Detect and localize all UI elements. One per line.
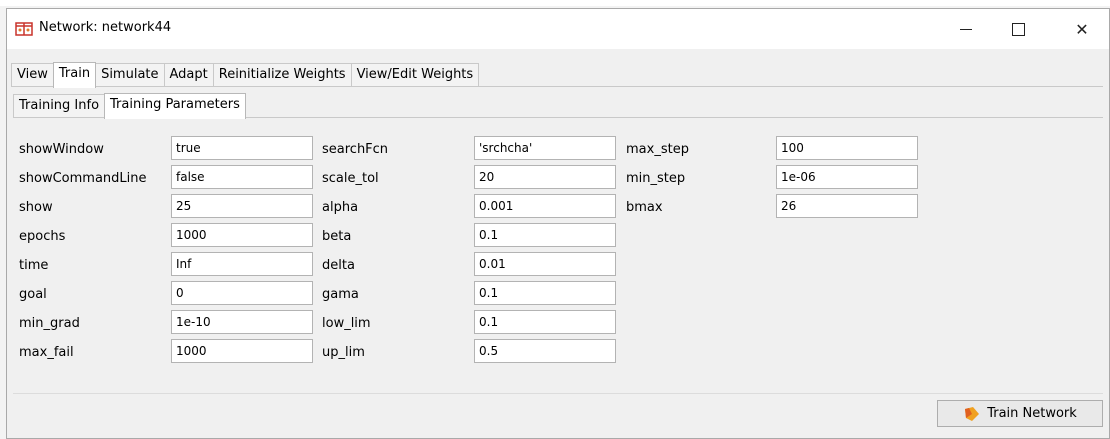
param-field-time[interactable] [171, 252, 313, 276]
sub-tabs: Training Info Training Parameters [13, 93, 246, 119]
param-field-beta[interactable] [474, 223, 616, 247]
param-label: searchFcn [322, 142, 389, 157]
param-field-epochs[interactable] [171, 223, 313, 247]
param-field-goal[interactable] [171, 281, 313, 305]
param-field-showWindow[interactable] [171, 136, 313, 160]
param-label: max_fail [19, 345, 74, 360]
param-label: show [19, 200, 53, 215]
param-field-min-step[interactable] [776, 165, 918, 189]
maximize-icon [1011, 22, 1025, 36]
param-label: min_grad [19, 316, 80, 331]
param-label: goal [19, 287, 47, 302]
bottom-separator [13, 393, 1103, 394]
param-field-alpha[interactable] [474, 194, 616, 218]
network-window: Network: network44 ✕ View Train Simulate… [6, 8, 1110, 439]
param-field-min-grad[interactable] [171, 310, 313, 334]
train-network-button[interactable]: Train Network [937, 400, 1103, 427]
tab-view-edit-weights[interactable]: View/Edit Weights [350, 63, 480, 86]
minimize-icon [960, 28, 972, 30]
main-tabs: View Train Simulate Adapt Reinitialize W… [11, 62, 480, 88]
param-label: scale_tol [322, 171, 379, 186]
train-network-label: Train Network [987, 406, 1077, 421]
training-parameters-panel: showWindow showCommandLine show epochs t… [13, 123, 1103, 391]
param-field-up-lim[interactable] [474, 339, 616, 363]
param-label: delta [322, 258, 355, 273]
param-label: showWindow [19, 142, 104, 157]
network-icon [15, 21, 33, 37]
maximize-button[interactable] [995, 9, 1041, 49]
param-field-max-fail[interactable] [171, 339, 313, 363]
tab-view[interactable]: View [11, 63, 54, 86]
close-icon: ✕ [1075, 19, 1089, 39]
minimize-button[interactable] [943, 9, 989, 49]
param-field-showCommandLine[interactable] [171, 165, 313, 189]
tab-simulate[interactable]: Simulate [95, 63, 165, 86]
param-field-delta[interactable] [474, 252, 616, 276]
param-label: beta [322, 229, 352, 244]
train-icon [965, 406, 980, 421]
param-label: showCommandLine [19, 171, 147, 186]
title-bar: Network: network44 ✕ [7, 9, 1109, 49]
param-label: low_lim [322, 316, 371, 331]
subtab-training-info[interactable]: Training Info [13, 94, 106, 117]
param-label: gama [322, 287, 359, 302]
param-field-max-step[interactable] [776, 136, 918, 160]
tab-divider [11, 86, 1103, 87]
param-field-gama[interactable] [474, 281, 616, 305]
param-label: up_lim [322, 345, 365, 360]
window-title: Network: network44 [39, 20, 172, 35]
close-button[interactable]: ✕ [1059, 9, 1105, 49]
tab-adapt[interactable]: Adapt [163, 63, 214, 86]
param-label: alpha [322, 200, 359, 215]
tab-train[interactable]: Train [52, 62, 97, 88]
subtab-training-parameters[interactable]: Training Parameters [104, 93, 246, 119]
param-field-bmax[interactable] [776, 194, 918, 218]
param-label: time [19, 258, 49, 273]
param-field-show[interactable] [171, 194, 313, 218]
tab-reinitialize-weights[interactable]: Reinitialize Weights [212, 63, 352, 86]
param-label: max_step [626, 142, 689, 157]
param-label: min_step [626, 171, 686, 186]
param-field-low-lim[interactable] [474, 310, 616, 334]
param-label: epochs [19, 229, 66, 244]
param-field-searchFcn[interactable] [474, 136, 616, 160]
param-label: bmax [626, 200, 663, 215]
param-field-scale-tol[interactable] [474, 165, 616, 189]
background [0, 0, 1110, 6]
